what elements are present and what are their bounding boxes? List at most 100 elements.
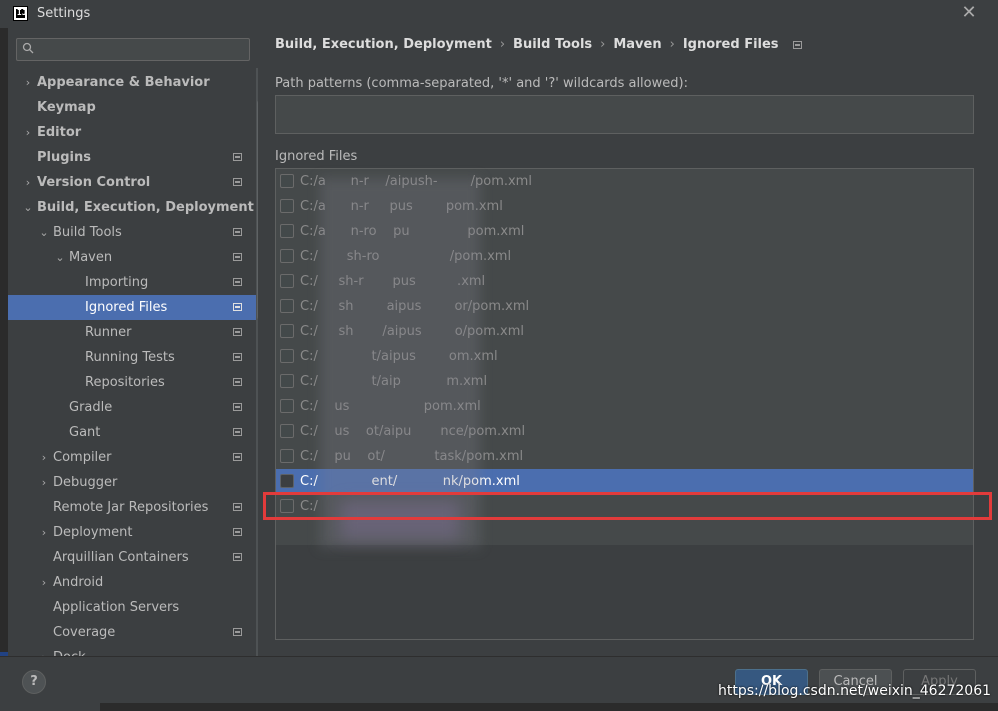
close-button[interactable]: ✕ (960, 4, 978, 22)
project-level-icon (233, 253, 242, 261)
project-level-icon (792, 40, 802, 49)
ignored-file-checkbox[interactable] (280, 249, 294, 263)
sidebar-item-label: Repositories (85, 375, 165, 390)
sidebar-item-gradle[interactable]: Gradle (8, 395, 258, 420)
sidebar-item-label: Android (53, 575, 104, 590)
ignored-file-checkbox[interactable] (280, 174, 294, 188)
project-level-icon (233, 453, 242, 461)
search-icon (22, 42, 34, 54)
sidebar-item-label: Deployment (53, 525, 133, 540)
sidebar-item-application-servers[interactable]: Application Servers (8, 595, 258, 620)
sidebar-item-label: Plugins (37, 150, 91, 165)
sidebar-item-appearance-behavior[interactable]: › Appearance & Behavior (8, 70, 258, 95)
sidebar-item-label: Gant (69, 425, 101, 440)
project-level-icon (233, 153, 242, 161)
path-patterns-label: Path patterns (comma-separated, '*' and … (275, 76, 688, 91)
ignored-file-checkbox[interactable] (280, 474, 294, 488)
chevron-down-icon[interactable]: ⌄ (54, 245, 66, 270)
help-button[interactable]: ? (22, 670, 46, 694)
sidebar-item-label: Dock (53, 645, 86, 656)
sidebar-item-runner[interactable]: Runner (8, 320, 258, 345)
project-level-icon (233, 178, 242, 186)
ignored-file-checkbox[interactable] (280, 199, 294, 213)
ignored-file-checkbox[interactable] (280, 449, 294, 463)
sidebar-item-label: Gradle (69, 400, 113, 415)
sidebar-item-label: Compiler (53, 450, 112, 465)
project-level-icon (233, 503, 242, 511)
project-level-icon (233, 228, 242, 236)
sidebar-item-label: Coverage (53, 625, 116, 640)
chevron-right-icon[interactable]: › (38, 645, 50, 656)
project-level-icon (233, 553, 242, 561)
sidebar-item-android[interactable]: › Android (8, 570, 258, 595)
sidebar-item-build-tools[interactable]: ⌄ Build Tools (8, 220, 258, 245)
sidebar-item-coverage[interactable]: Coverage (8, 620, 258, 645)
project-level-icon (233, 628, 242, 636)
search-input[interactable] (39, 41, 245, 58)
ignored-file-checkbox[interactable] (280, 224, 294, 238)
sidebar-item-compiler[interactable]: › Compiler (8, 445, 258, 470)
sidebar-item-ignored-files[interactable]: Ignored Files (8, 295, 258, 320)
ignored-file-checkbox[interactable] (280, 299, 294, 313)
path-patterns-input[interactable] (275, 95, 974, 134)
intellij-app-icon: IJ (13, 6, 28, 21)
breadcrumb-item[interactable]: Ignored Files (683, 37, 779, 52)
chevron-right-icon[interactable]: › (38, 570, 50, 595)
sidebar-item-version-control[interactable]: › Version Control (8, 170, 258, 195)
sidebar-item-label: Version Control (37, 175, 151, 190)
breadcrumb-separator: › (669, 37, 675, 52)
settings-search[interactable] (16, 38, 250, 61)
ignored-file-checkbox[interactable] (280, 324, 294, 338)
chevron-down-icon[interactable]: ⌄ (38, 220, 50, 245)
sidebar-item-editor[interactable]: › Editor (8, 120, 258, 145)
ignored-file-checkbox[interactable] (280, 374, 294, 388)
sidebar-item-label: Remote Jar Repositories (53, 500, 209, 515)
project-level-icon (233, 428, 242, 436)
sidebar-item-label: Appearance & Behavior (37, 75, 210, 90)
sidebar-item-plugins[interactable]: Plugins (8, 145, 258, 170)
project-level-icon (233, 353, 242, 361)
sidebar-item-label: Build Tools (53, 225, 122, 240)
ignored-file-checkbox[interactable] (280, 424, 294, 438)
chevron-down-icon[interactable]: ⌄ (22, 195, 34, 220)
sidebar-item-label: Maven (69, 250, 113, 265)
sidebar-item-remote-jar-repositories[interactable]: Remote Jar Repositories (8, 495, 258, 520)
chevron-right-icon[interactable]: › (38, 445, 50, 470)
sidebar-item-build-execution-deployment[interactable]: ⌄ Build, Execution, Deployment (8, 195, 258, 220)
sidebar-item-label: Importing (85, 275, 149, 290)
title-bar: IJ Settings ✕ (0, 0, 998, 28)
chevron-right-icon[interactable]: › (38, 520, 50, 545)
ignored-file-checkbox[interactable] (280, 399, 294, 413)
sidebar-item-running-tests[interactable]: Running Tests (8, 345, 258, 370)
sidebar-item-label: Build, Execution, Deployment (37, 200, 254, 215)
sidebar-item-importing[interactable]: Importing (8, 270, 258, 295)
settings-sidebar: › Appearance & Behavior Keymap › Editor Plugi… (8, 28, 258, 656)
chevron-right-icon[interactable]: › (22, 70, 34, 95)
settings-tree: › Appearance & Behavior Keymap › Editor Plugi… (8, 70, 258, 656)
bottom-edge-strip (100, 703, 998, 711)
ignored-file-checkbox[interactable] (280, 274, 294, 288)
sidebar-item-label: Running Tests (85, 350, 175, 365)
sidebar-item-label: Debugger (53, 475, 118, 490)
sidebar-item-maven[interactable]: ⌄ Maven (8, 245, 258, 270)
sidebar-item-repositories[interactable]: Repositories (8, 370, 258, 395)
chevron-right-icon[interactable]: › (38, 470, 50, 495)
breadcrumb-item[interactable]: Build, Execution, Deployment (275, 37, 492, 52)
breadcrumb-item[interactable]: Maven (613, 37, 661, 52)
project-level-icon (233, 328, 242, 336)
sidebar-item-dock[interactable]: ›Dock (8, 645, 258, 656)
sidebar-item-label: Arquillian Containers (53, 550, 189, 565)
ignored-files-label: Ignored Files (275, 149, 358, 164)
sidebar-item-keymap[interactable]: Keymap (8, 95, 258, 120)
sidebar-item-gant[interactable]: Gant (8, 420, 258, 445)
breadcrumb-item[interactable]: Build Tools (513, 37, 592, 52)
sidebar-item-label: Ignored Files (85, 300, 168, 315)
csdn-watermark: https://blog.csdn.net/weixin_46272061 (718, 683, 992, 699)
sidebar-item-arquillian-containers[interactable]: Arquillian Containers (8, 545, 258, 570)
chevron-right-icon[interactable]: › (22, 170, 34, 195)
sidebar-item-debugger[interactable]: › Debugger (8, 470, 258, 495)
project-level-icon (233, 278, 242, 286)
ignored-file-checkbox[interactable] (280, 349, 294, 363)
chevron-right-icon[interactable]: › (22, 120, 34, 145)
sidebar-item-deployment[interactable]: › Deployment (8, 520, 258, 545)
